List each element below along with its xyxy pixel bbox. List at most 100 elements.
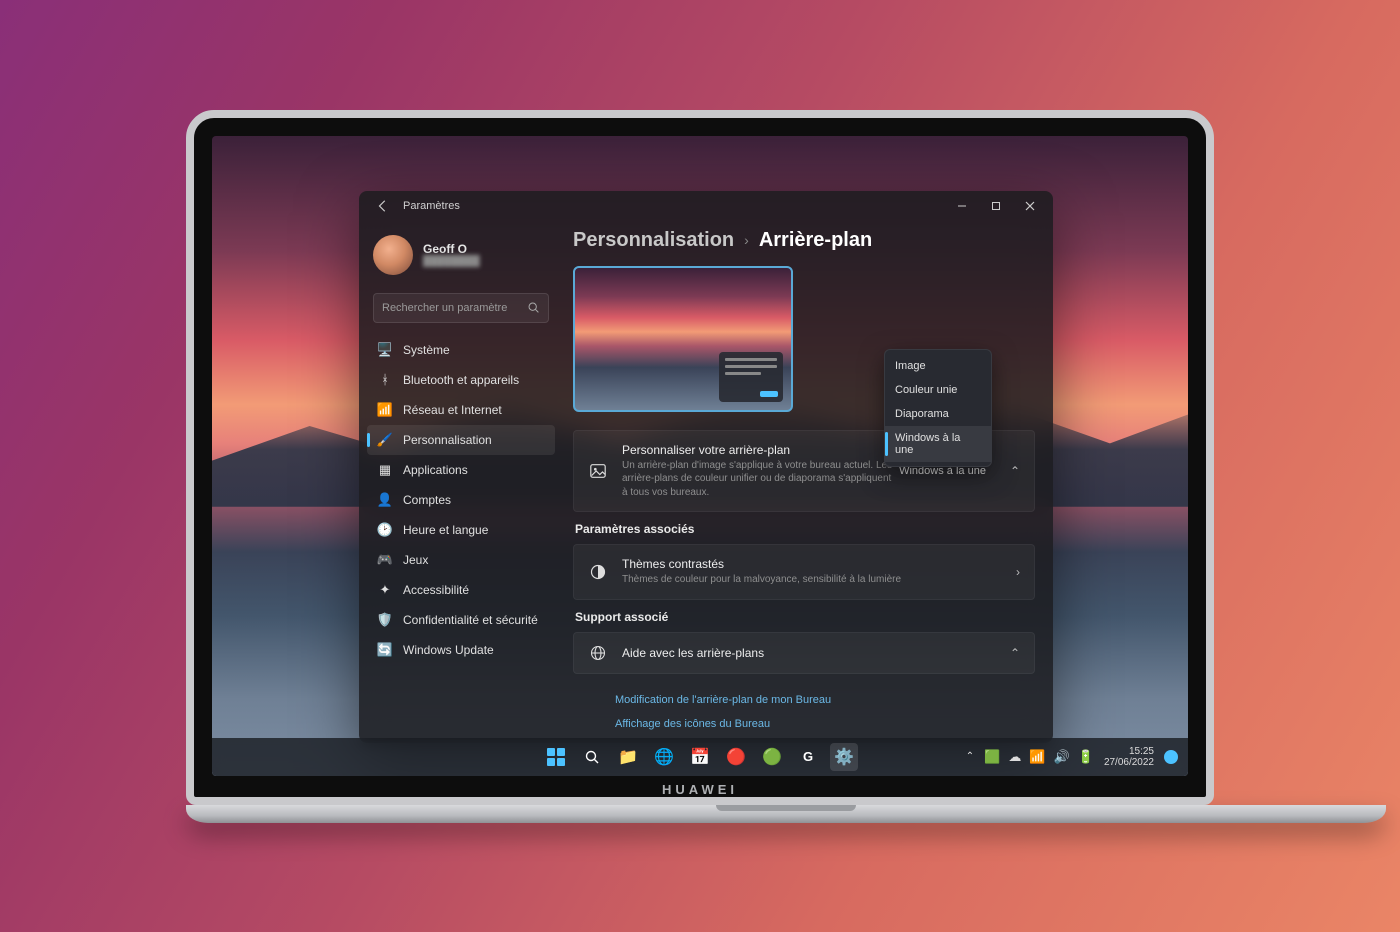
nav-icon: 🖥️ bbox=[377, 342, 393, 358]
profile-block[interactable]: Geoff O ████████ bbox=[367, 229, 555, 285]
background-type-menu: ImageCouleur unieDiaporamaWindows à la u… bbox=[884, 349, 992, 467]
chevron-right-icon: › bbox=[1016, 565, 1020, 579]
nav-icon: 🎮 bbox=[377, 552, 393, 568]
sidebar-item-label: Confidentialité et sécurité bbox=[403, 613, 538, 627]
content-pane: Personnalisation › Arrière-plan bbox=[559, 221, 1053, 743]
minimize-button[interactable] bbox=[945, 192, 979, 220]
sidebar-item-label: Accessibilité bbox=[403, 583, 469, 597]
sidebar-item-accessibilit-[interactable]: ✦Accessibilité bbox=[367, 575, 555, 605]
dropdown-option[interactable]: Image bbox=[885, 354, 991, 378]
contrast-title: Thèmes contrastés bbox=[622, 557, 1002, 571]
search-box[interactable] bbox=[373, 293, 549, 323]
onedrive-icon[interactable]: ☁ bbox=[1008, 749, 1021, 765]
laptop-base bbox=[186, 805, 1386, 823]
sidebar-item-bluetooth-et-appareils[interactable]: ᚼ Bluetooth et appareils bbox=[367, 365, 555, 395]
nav-icon: 🔄 bbox=[377, 642, 393, 658]
help-backgrounds-card[interactable]: Aide avec les arrière-plans ⌃ bbox=[573, 632, 1035, 674]
help-link[interactable]: Modification de l'arrière-plan de mon Bu… bbox=[615, 688, 1035, 712]
window-title: Paramètres bbox=[403, 200, 460, 212]
related-heading: Paramètres associés bbox=[575, 522, 1035, 536]
settings-taskbar-icon[interactable]: ⚙️ bbox=[830, 743, 858, 771]
nav-icon: ᚼ bbox=[377, 372, 393, 388]
avatar bbox=[373, 235, 413, 275]
contrast-sub: Thèmes de couleur pour la malvoyance, se… bbox=[622, 573, 1002, 587]
personalize-bg-title: Personnaliser votre arrière-plan bbox=[622, 443, 894, 457]
sidebar-item-label: Bluetooth et appareils bbox=[403, 373, 519, 387]
nav-icon: 🖌️ bbox=[377, 432, 393, 448]
sidebar-item-jeux[interactable]: 🎮 Jeux bbox=[367, 545, 555, 575]
sidebar-item-label: Système bbox=[403, 343, 450, 357]
taskbar: 📁 🌐 📅 🔴 🟢 G ⚙️ ⌃ 🟩 ☁ 📶 bbox=[212, 738, 1188, 776]
back-button[interactable] bbox=[373, 196, 393, 216]
chrome-icon[interactable]: 🔴 bbox=[722, 743, 750, 771]
sidebar-item-applications[interactable]: ▦ Applications bbox=[367, 455, 555, 485]
settings-window: Paramètres bbox=[359, 191, 1053, 743]
sidebar-item-confidentialit-et-s-curit-[interactable]: 🛡️ Confidentialité et sécurité bbox=[367, 605, 555, 635]
help-link[interactable]: Affichage des icônes du Bureau bbox=[615, 712, 1035, 736]
start-button[interactable] bbox=[542, 743, 570, 771]
profile-email: ████████ bbox=[423, 256, 480, 267]
browser-icon[interactable]: 🟢 bbox=[758, 743, 786, 771]
calendar-icon[interactable]: 📅 bbox=[686, 743, 714, 771]
help-links-list: Modification de l'arrière-plan de mon Bu… bbox=[573, 684, 1035, 743]
nav-icon: 📶 bbox=[377, 402, 393, 418]
dropdown-selected: Windows à la une bbox=[899, 465, 986, 477]
google-icon[interactable]: G bbox=[794, 743, 822, 771]
globe-icon bbox=[588, 645, 608, 661]
search-input[interactable] bbox=[382, 302, 527, 314]
sidebar-item-heure-et-langue[interactable]: 🕑 Heure et langue bbox=[367, 515, 555, 545]
profile-name: Geoff O bbox=[423, 242, 480, 256]
clock-time: 15:25 bbox=[1104, 746, 1154, 757]
close-button[interactable] bbox=[1013, 192, 1047, 220]
page-background: Paramètres bbox=[0, 0, 1400, 932]
overflow-icon[interactable]: ⌃ bbox=[966, 751, 974, 762]
dropdown-option[interactable]: Couleur unie bbox=[885, 378, 991, 402]
system-tray[interactable]: ⌃ 🟩 ☁ 📶 🔊 🔋 15:25 27/06/2022 bbox=[966, 746, 1178, 768]
breadcrumb-current: Arrière-plan bbox=[759, 229, 872, 252]
sidebar-item-label: Windows Update bbox=[403, 643, 494, 657]
chevron-up-icon: ⌃ bbox=[1010, 464, 1020, 478]
nav-icon: 🕑 bbox=[377, 522, 393, 538]
sidebar-item-label: Jeux bbox=[403, 553, 428, 567]
sidebar-item-personnalisation[interactable]: 🖌️ Personnalisation bbox=[367, 425, 555, 455]
sidebar-item-syst-me[interactable]: 🖥️ Système bbox=[367, 335, 555, 365]
laptop-brand: HUAWEI bbox=[212, 776, 1188, 804]
taskbar-clock[interactable]: 15:25 27/06/2022 bbox=[1104, 746, 1154, 768]
nav-icon: 🛡️ bbox=[377, 612, 393, 628]
taskbar-search-icon[interactable] bbox=[578, 743, 606, 771]
sidebar-item-comptes[interactable]: 👤Comptes bbox=[367, 485, 555, 515]
file-explorer-icon[interactable]: 📁 bbox=[614, 743, 642, 771]
contrast-icon bbox=[588, 564, 608, 580]
search-icon bbox=[527, 301, 540, 314]
preview-widget bbox=[719, 352, 783, 402]
personalize-background-card: Personnaliser votre arrière-plan Un arri… bbox=[573, 430, 1035, 513]
volume-icon[interactable]: 🔊 bbox=[1054, 749, 1070, 765]
laptop-bezel: Paramètres bbox=[186, 110, 1214, 805]
sidebar-item-label: Heure et langue bbox=[403, 523, 488, 537]
notifications-icon[interactable] bbox=[1164, 750, 1178, 764]
screen: Paramètres bbox=[212, 136, 1188, 776]
nav-icon: ▦ bbox=[377, 462, 393, 478]
tray-app-icon[interactable]: 🟩 bbox=[984, 749, 1000, 765]
battery-icon[interactable]: 🔋 bbox=[1078, 749, 1094, 765]
chevron-up-icon: ⌃ bbox=[1010, 646, 1020, 660]
contrast-themes-card[interactable]: Thèmes contrastés Thèmes de couleur pour… bbox=[573, 544, 1035, 600]
laptop-frame: Paramètres bbox=[186, 110, 1214, 823]
chevron-right-icon: › bbox=[744, 232, 749, 248]
breadcrumb-parent[interactable]: Personnalisation bbox=[573, 229, 734, 252]
dropdown-option[interactable]: Windows à la une bbox=[885, 426, 991, 462]
support-heading: Support associé bbox=[575, 610, 1035, 624]
help-bg-title: Aide avec les arrière-plans bbox=[622, 646, 996, 660]
sidebar: Geoff O ████████ 🖥️ Système ᚼ Bluetooth et … bbox=[359, 221, 559, 743]
edge-icon[interactable]: 🌐 bbox=[650, 743, 678, 771]
dropdown-option[interactable]: Diaporama bbox=[885, 402, 991, 426]
sidebar-item-label: Applications bbox=[403, 463, 468, 477]
sidebar-item-r-seau-et-internet[interactable]: 📶Réseau et Internet bbox=[367, 395, 555, 425]
sidebar-item-label: Personnalisation bbox=[403, 433, 492, 447]
maximize-button[interactable] bbox=[979, 192, 1013, 220]
sidebar-item-windows-update[interactable]: 🔄 Windows Update bbox=[367, 635, 555, 665]
breadcrumb: Personnalisation › Arrière-plan bbox=[573, 229, 1035, 252]
titlebar: Paramètres bbox=[359, 191, 1053, 221]
image-icon bbox=[588, 462, 608, 480]
wifi-icon[interactable]: 📶 bbox=[1029, 749, 1045, 765]
